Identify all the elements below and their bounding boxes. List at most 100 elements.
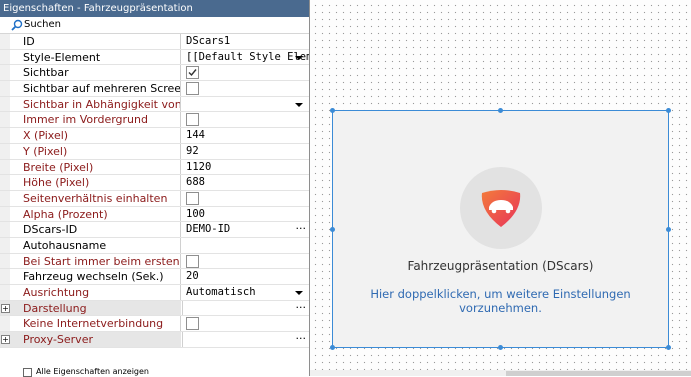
property-row[interactable]: ID DScars1: [0, 34, 309, 50]
property-row[interactable]: Y (Pixel) 92: [0, 143, 309, 160]
property-row[interactable]: X (Pixel) 144: [0, 128, 309, 144]
property-name: Immer im Vordergrund: [10, 112, 181, 128]
property-row[interactable]: Seitenverhältnis einhalten: [0, 190, 309, 207]
row-gutter: +: [0, 300, 10, 316]
property-name: Alpha (Prozent): [10, 206, 181, 222]
property-row[interactable]: Alpha (Prozent) 100: [0, 206, 309, 223]
scrollbar-thumb[interactable]: [506, 371, 691, 376]
property-value[interactable]: [[Default Style Element: [182, 50, 309, 65]
property-row[interactable]: Sichtbar in Abhängigkeit von: [0, 96, 309, 113]
property-name: Breite (Pixel): [10, 159, 181, 175]
property-row[interactable]: + Proxy-Server...: [0, 329, 309, 348]
property-name: ID: [10, 34, 181, 49]
checkmark-icon: [188, 69, 197, 77]
property-checkbox[interactable]: [186, 254, 199, 268]
resize-handle[interactable]: [665, 344, 671, 350]
property-row[interactable]: Keine Internetverbindung: [0, 316, 309, 333]
property-name: Sichtbar in Abhängigkeit von: [10, 96, 181, 112]
property-row[interactable]: DScars-ID DEMO-ID...: [0, 219, 309, 238]
property-value[interactable]: 20: [182, 269, 309, 284]
property-value[interactable]: 1120: [182, 160, 309, 175]
property-value[interactable]: [182, 238, 309, 253]
property-row[interactable]: Bei Start immer beim ersten Fahr: [0, 253, 309, 270]
dropdown-arrow-icon[interactable]: [295, 291, 303, 295]
logo-circle: [460, 167, 542, 249]
horizontal-scrollbar[interactable]: [310, 370, 691, 376]
property-name: Bei Start immer beim ersten Fahr: [10, 253, 181, 269]
property-name: Keine Internetverbindung: [10, 316, 181, 332]
property-row[interactable]: Fahrzeug wechseln (Sek.) 20: [0, 269, 309, 285]
property-name: Sichtbar auf mehreren Screens: [10, 81, 181, 96]
row-gutter: [0, 206, 10, 222]
dropdown-arrow-icon[interactable]: [295, 102, 303, 107]
property-name: Höhe (Pixel): [10, 175, 181, 190]
property-value[interactable]: [182, 332, 309, 347]
row-gutter: [0, 269, 10, 284]
resize-handle[interactable]: [665, 226, 671, 232]
property-checkbox[interactable]: [186, 82, 199, 96]
property-checkbox[interactable]: [186, 317, 199, 331]
property-row[interactable]: Sichtbar: [0, 65, 309, 82]
resize-handle[interactable]: [665, 107, 671, 113]
row-gutter: [0, 128, 10, 143]
component-hint: Hier doppelklicken, um weitere Einstellu…: [370, 287, 631, 315]
property-name: Ausrichtung: [10, 285, 181, 300]
resize-handle[interactable]: [329, 226, 335, 232]
row-gutter: [0, 143, 10, 159]
resize-handle[interactable]: [329, 344, 335, 350]
property-row[interactable]: Sichtbar auf mehreren Screens: [0, 81, 309, 97]
resize-handle[interactable]: [329, 107, 335, 113]
property-name: Autohausname: [10, 237, 181, 253]
property-row[interactable]: + Darstellung...: [0, 298, 309, 317]
expand-icon[interactable]: +: [1, 335, 10, 345]
show-all-properties-toggle[interactable]: Alle Eigenschaften anzeigen: [0, 366, 309, 377]
resize-handle[interactable]: [497, 344, 503, 350]
ellipsis-button[interactable]: ...: [296, 329, 307, 342]
search-label: Suchen: [24, 19, 62, 30]
property-value[interactable]: 688: [182, 175, 309, 190]
row-gutter: [0, 65, 10, 81]
row-gutter: [0, 34, 10, 49]
row-gutter: [0, 253, 10, 269]
property-row[interactable]: Breite (Pixel) 1120: [0, 159, 309, 176]
property-row[interactable]: Style-Element[[Default Style Element: [0, 49, 309, 66]
property-value[interactable]: [182, 300, 309, 316]
row-gutter: [0, 190, 10, 206]
property-value[interactable]: 100: [182, 207, 309, 222]
panel-title: Eigenschaften - Fahrzeugpräsentation: [0, 0, 309, 17]
row-gutter: [0, 237, 10, 253]
property-row[interactable]: Immer im Vordergrund: [0, 112, 309, 129]
row-gutter: [0, 49, 10, 65]
ellipsis-button[interactable]: ...: [296, 219, 307, 232]
property-row[interactable]: Höhe (Pixel) 688: [0, 175, 309, 191]
property-value[interactable]: Automatisch: [182, 285, 309, 300]
property-value[interactable]: 144: [182, 128, 309, 143]
ellipsis-button[interactable]: ...: [296, 298, 307, 311]
dropdown-arrow-icon[interactable]: [295, 55, 303, 60]
property-name: Fahrzeug wechseln (Sek.): [10, 269, 181, 284]
property-name: Seitenverhältnis einhalten: [10, 190, 181, 206]
row-gutter: [0, 285, 10, 300]
property-name: Darstellung: [10, 300, 181, 316]
property-value[interactable]: DScars1: [182, 34, 309, 49]
property-value[interactable]: DEMO-ID: [182, 222, 309, 237]
row-gutter: [0, 175, 10, 190]
property-row[interactable]: Ausrichtung Automatisch: [0, 285, 309, 301]
row-gutter: +: [0, 332, 10, 347]
property-checkbox[interactable]: [186, 66, 199, 80]
property-value[interactable]: 92: [182, 144, 309, 159]
property-name: Proxy-Server: [10, 332, 181, 347]
row-gutter: [0, 81, 10, 96]
row-gutter: [0, 112, 10, 128]
property-name: X (Pixel): [10, 128, 181, 143]
property-checkbox[interactable]: [186, 113, 199, 127]
search-icon: [11, 19, 23, 31]
property-row[interactable]: Autohausname: [0, 237, 309, 254]
resize-handle[interactable]: [497, 107, 503, 113]
property-value[interactable]: [182, 97, 309, 112]
property-checkbox[interactable]: [186, 191, 199, 205]
property-name: Sichtbar: [10, 65, 181, 81]
property-name: Style-Element: [10, 49, 181, 65]
search-row[interactable]: Suchen: [0, 17, 309, 34]
expand-icon[interactable]: +: [1, 303, 10, 313]
